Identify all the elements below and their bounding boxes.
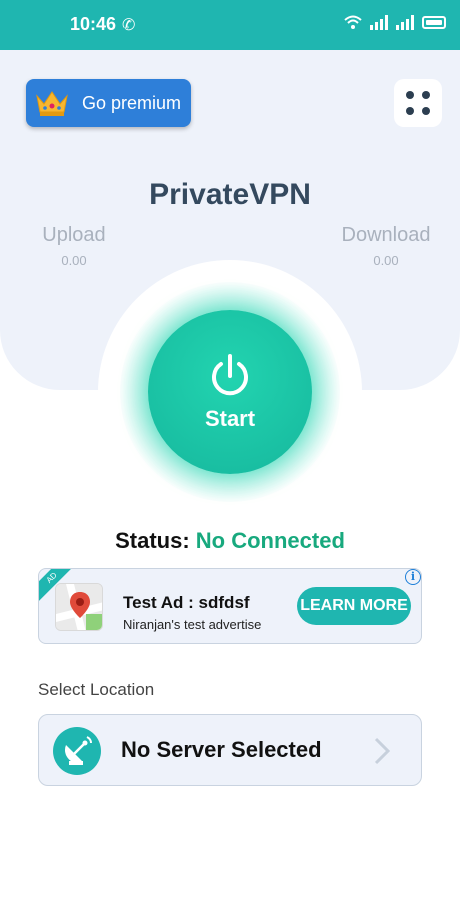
status-value: No Connected [195, 528, 345, 553]
ad-card[interactable]: AD Test Ad : sdfdsf Niranjan's test adve… [38, 568, 422, 644]
learn-more-button[interactable]: LEARN MORE [297, 587, 411, 625]
status-icons [344, 14, 446, 30]
crown-icon [36, 91, 68, 116]
battery-icon [422, 15, 446, 29]
app-title: PrivateVPN [149, 178, 311, 211]
wifi-icon [344, 15, 362, 29]
upload-value: 0.00 [61, 253, 87, 268]
go-premium-label: Go premium [82, 92, 182, 113]
ad-info-icon[interactable]: i [405, 569, 421, 585]
start-button[interactable]: Start [148, 310, 312, 474]
map-icon [55, 583, 103, 631]
grid-menu-button[interactable] [394, 79, 442, 127]
upload-label: Upload [42, 224, 106, 246]
download-stat: Download 0.00 [326, 224, 446, 268]
satellite-dish-icon [53, 727, 101, 775]
server-selector[interactable]: No Server Selected [38, 714, 422, 786]
status-key: Status: [115, 528, 190, 553]
select-location-label: Select Location [38, 680, 155, 699]
signal-icon [370, 14, 388, 30]
ad-subtitle: Niranjan's test advertise [123, 617, 262, 632]
status-time: 10:46 [70, 14, 117, 34]
start-label: Start [204, 406, 256, 431]
download-label: Download [341, 224, 431, 246]
signal-icon [396, 14, 414, 30]
download-value: 0.00 [373, 253, 399, 268]
server-name: No Server Selected [121, 737, 322, 762]
ad-title: Test Ad : sdfdsf [123, 593, 250, 612]
grid-dot [422, 107, 430, 115]
power-icon [212, 354, 248, 396]
missed-call-icon: ✆ [122, 17, 136, 34]
connection-status: Status: No Connected [0, 528, 460, 554]
grid-dots-icon [406, 91, 414, 99]
upload-stat: Upload 0.00 [14, 224, 134, 268]
grid-dot [406, 107, 414, 115]
grid-dot [422, 91, 430, 99]
status-bar: 10:46 ✆ [0, 0, 460, 50]
go-premium-button[interactable]: Go premium [26, 79, 191, 127]
chevron-right-icon [374, 737, 391, 765]
